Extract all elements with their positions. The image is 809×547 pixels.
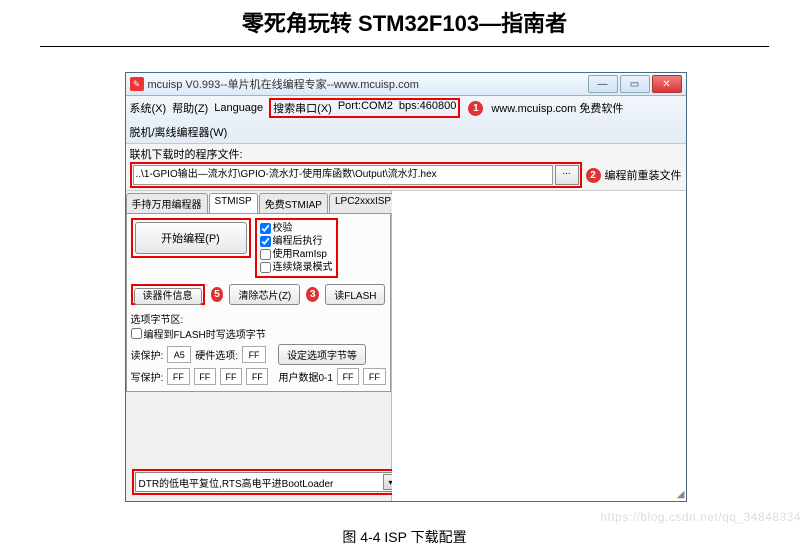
annotation-box-2: ..\1-GPIO输出—流水灯\GPIO-流水灯-使用库函数\Output\流水… xyxy=(130,162,582,188)
hw-option-value[interactable]: FF xyxy=(242,346,266,363)
marker-1-icon: 1 xyxy=(468,101,483,116)
app-window: ✎ mcuisp V0.993--单片机在线编程专家--www.mcuisp.c… xyxy=(125,72,687,502)
menu-offline[interactable]: 脱机/离线编程器(W) xyxy=(130,124,228,140)
menubar: 系统(X) 帮助(Z) Language 搜索串口(X) Port:COM2 b… xyxy=(126,96,686,144)
reload-note: 编程前重装文件 xyxy=(605,167,682,183)
check-run-after-box[interactable] xyxy=(260,236,271,247)
check-verify-box[interactable] xyxy=(260,223,271,234)
write-protect-label: 写保护: xyxy=(131,369,164,384)
wp3[interactable]: FF xyxy=(220,368,242,385)
file-path-label: 联机下载时的程序文件: xyxy=(130,146,682,162)
wp4[interactable]: FF xyxy=(246,368,268,385)
check-serial-mode[interactable]: 连续烧录模式 xyxy=(260,261,333,274)
watermark: https://blog.csdn.net/qq_34848334 xyxy=(600,510,801,524)
titlebar: ✎ mcuisp V0.993--单片机在线编程专家--www.mcuisp.c… xyxy=(126,73,686,96)
wp2[interactable]: FF xyxy=(194,368,216,385)
erase-chip-button[interactable]: 清除芯片(Z) xyxy=(229,284,300,305)
write-option-bytes-check[interactable]: 编程到FLASH时写选项字节 xyxy=(131,326,386,341)
menu-language[interactable]: Language xyxy=(214,102,263,114)
reset-mode-row: DTR的低电平复位,RTS高电平进BootLoader ▾ 4 xyxy=(132,469,428,495)
log-panel: ◢ xyxy=(392,191,686,501)
set-option-bytes-button[interactable]: 设定选项字节等 xyxy=(278,344,366,365)
tab-lpc[interactable]: LPC2xxxISP xyxy=(329,193,397,213)
figure-caption: 图 4-4 ISP 下载配置 xyxy=(125,527,685,547)
annotation-box-start: 开始编程(P) xyxy=(131,218,251,258)
marker-2-icon: 2 xyxy=(586,168,601,183)
close-button[interactable]: ✕ xyxy=(652,75,682,93)
figure-container: ✎ mcuisp V0.993--单片机在线编程专家--www.mcuisp.c… xyxy=(125,72,685,547)
ud2[interactable]: FF xyxy=(363,368,385,385)
read-flash-button[interactable]: 读FLASH xyxy=(325,284,385,305)
marker-5-icon: 5 xyxy=(211,287,224,302)
browse-button[interactable]: ... xyxy=(555,165,579,185)
tab-stmisp[interactable]: STMISP xyxy=(209,193,258,213)
read-protect-label: 读保护: xyxy=(131,347,164,362)
left-panel: 手持万用编程器 STMISP 免费STMIAP LPC2xxxISP 开始编程(… xyxy=(126,191,392,501)
menu-system[interactable]: 系统(X) xyxy=(130,100,167,116)
annotation-box-5: 读器件信息 xyxy=(131,284,205,305)
write-option-bytes-box[interactable] xyxy=(131,328,142,339)
tab-body: 开始编程(P) 校验 编程后执行 使用RamIsp 连续烧录模式 读器件信息 xyxy=(126,213,391,392)
menu-search-port[interactable]: 搜索串口(X) xyxy=(273,100,332,116)
marker-3-icon: 3 xyxy=(306,287,319,302)
ud1[interactable]: FF xyxy=(337,368,359,385)
option-bytes-section: 选项字节区: 编程到FLASH时写选项字节 读保护: A5 硬件选项: FF 设… xyxy=(131,311,386,385)
minimize-button[interactable]: — xyxy=(588,75,618,93)
page-title: 零死角玩转 STM32F103—指南者 xyxy=(40,0,769,47)
menu-help[interactable]: 帮助(Z) xyxy=(172,100,208,116)
reset-mode-value: DTR的低电平复位,RTS高电平进BootLoader xyxy=(139,475,334,490)
reset-mode-combo[interactable]: DTR的低电平复位,RTS高电平进BootLoader ▾ xyxy=(135,472,403,492)
body-row: 手持万用编程器 STMISP 免费STMIAP LPC2xxxISP 开始编程(… xyxy=(126,191,686,501)
maximize-button[interactable]: ▭ xyxy=(620,75,650,93)
menu-port[interactable]: Port:COM2 xyxy=(338,100,393,116)
check-verify[interactable]: 校验 xyxy=(260,222,333,235)
hw-option-label: 硬件选项: xyxy=(195,347,238,362)
resize-grip-icon[interactable]: ◢ xyxy=(677,489,685,500)
option-bytes-title: 选项字节区: xyxy=(131,311,386,326)
read-info-button[interactable]: 读器件信息 xyxy=(134,288,202,305)
check-ramisp[interactable]: 使用RamIsp xyxy=(260,248,333,261)
menu-bps[interactable]: bps:460800 xyxy=(399,100,457,116)
check-ramisp-box[interactable] xyxy=(260,249,271,260)
annotation-box-checks: 校验 编程后执行 使用RamIsp 连续烧录模式 xyxy=(255,218,338,278)
window-title: mcuisp V0.993--单片机在线编程专家--www.mcuisp.com xyxy=(148,76,588,92)
annotation-box-4: DTR的低电平复位,RTS高电平进BootLoader ▾ xyxy=(132,469,406,495)
tab-stmiap[interactable]: 免费STMIAP xyxy=(259,193,328,213)
user-data-label: 用户数据0-1 xyxy=(278,369,332,384)
check-serial-mode-box[interactable] xyxy=(260,262,271,273)
tab-handheld[interactable]: 手持万用编程器 xyxy=(126,193,208,213)
file-path-row: 联机下载时的程序文件: ..\1-GPIO输出—流水灯\GPIO-流水灯-使用库… xyxy=(126,144,686,191)
tab-strip: 手持万用编程器 STMISP 免费STMIAP LPC2xxxISP xyxy=(126,193,391,213)
read-protect-value[interactable]: A5 xyxy=(167,346,191,363)
annotation-box-1: 搜索串口(X) Port:COM2 bps:460800 xyxy=(269,98,460,118)
check-run-after[interactable]: 编程后执行 xyxy=(260,235,333,248)
start-program-button[interactable]: 开始编程(P) xyxy=(135,222,247,254)
menu-site[interactable]: www.mcuisp.com 免费软件 xyxy=(491,100,623,116)
app-icon: ✎ xyxy=(130,77,144,91)
file-path-input[interactable]: ..\1-GPIO输出—流水灯\GPIO-流水灯-使用库函数\Output\流水… xyxy=(133,165,553,185)
wp1[interactable]: FF xyxy=(167,368,189,385)
